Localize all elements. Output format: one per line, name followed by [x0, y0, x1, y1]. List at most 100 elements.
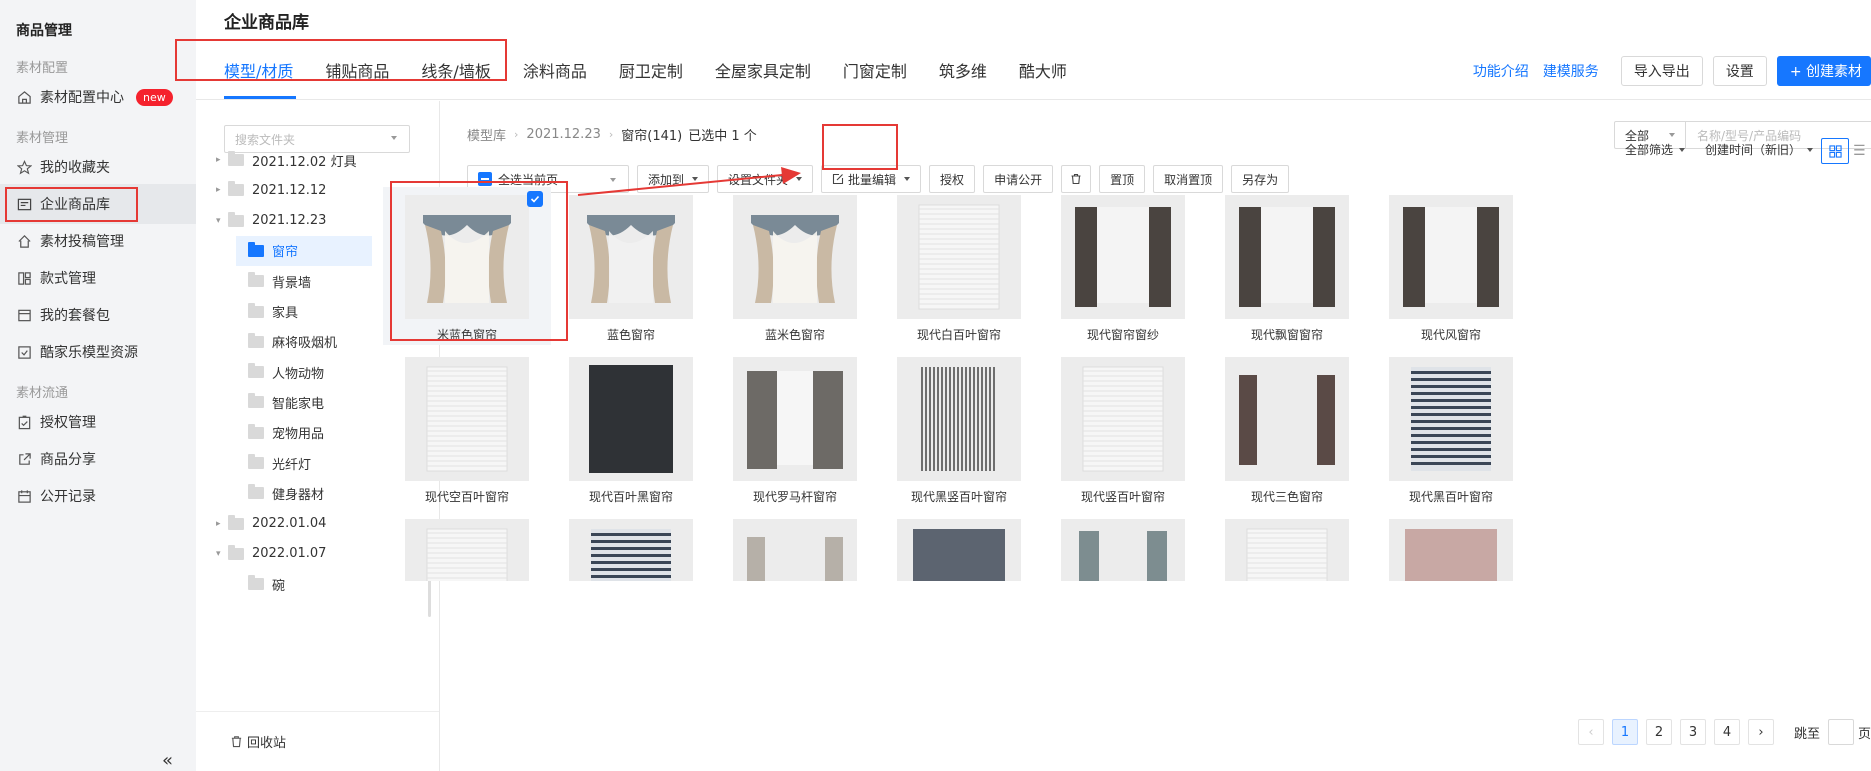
- select-all-label: 全选当前页: [498, 172, 559, 187]
- tab-moulding-panels[interactable]: 线条/墙板: [421, 58, 490, 82]
- product-card[interactable]: 现代白百叶窗帘: [875, 187, 1043, 345]
- product-card[interactable]: 现代黑竖百叶窗帘: [875, 349, 1043, 507]
- product-card[interactable]: 现代三色窗帘: [1203, 349, 1371, 507]
- modeling-service-link[interactable]: 建模服务: [1543, 61, 1599, 81]
- tab-tile-products[interactable]: 铺贴商品: [325, 58, 389, 82]
- product-card[interactable]: [1203, 511, 1371, 581]
- folder-tree-item[interactable]: ▸ 2021.12.02 灯具: [216, 145, 416, 175]
- clipboard-check-icon: [16, 414, 32, 430]
- caret-right-icon[interactable]: ▸: [216, 519, 228, 529]
- filter-dropdown[interactable]: 全部筛选: [1625, 141, 1673, 158]
- product-thumbnail[interactable]: [1061, 357, 1185, 481]
- collapse-sidebar-icon[interactable]: «: [162, 750, 173, 771]
- create-material-button[interactable]: + 创建素材: [1776, 56, 1871, 86]
- nav-label: 授权管理: [40, 415, 96, 431]
- product-card[interactable]: 现代罗马杆窗帘: [711, 349, 879, 507]
- caret-right-icon[interactable]: ▸: [216, 185, 228, 195]
- settings-button[interactable]: 设置: [1712, 56, 1767, 86]
- folder-tree-item[interactable]: 窗帘: [236, 235, 372, 266]
- product-thumbnail[interactable]: [897, 357, 1021, 481]
- product-card[interactable]: 蓝色窗帘: [547, 187, 715, 345]
- product-card[interactable]: 米蓝色窗帘: [383, 187, 551, 345]
- nav-item-favorites[interactable]: 我的收藏夹: [0, 147, 196, 187]
- product-card[interactable]: 现代竖百叶窗帘: [1039, 349, 1207, 507]
- checked-checkbox-icon[interactable]: [527, 191, 543, 207]
- breadcrumb-item[interactable]: 模型库: [467, 125, 506, 144]
- product-card[interactable]: [1039, 511, 1207, 581]
- product-card[interactable]: [875, 511, 1043, 581]
- product-thumbnail[interactable]: [1225, 195, 1349, 319]
- product-thumbnail[interactable]: [897, 195, 1021, 319]
- caret-right-icon[interactable]: ▸: [216, 155, 228, 165]
- page-button[interactable]: 1: [1612, 719, 1638, 745]
- tab-doors-windows[interactable]: 门窗定制: [843, 58, 907, 82]
- product-thumbnail[interactable]: [569, 195, 693, 319]
- selected-count: 已选中 1 个: [688, 129, 757, 144]
- tab-kitchen-bath[interactable]: 厨卫定制: [619, 58, 683, 82]
- product-card[interactable]: [547, 511, 715, 581]
- tab-zhuduowei[interactable]: 筑多维: [939, 58, 987, 82]
- tab-paint-products[interactable]: 涂料商品: [523, 58, 587, 82]
- next-page-icon[interactable]: ›: [1748, 719, 1774, 745]
- product-thumbnail[interactable]: [1389, 519, 1513, 581]
- product-thumbnail[interactable]: [569, 519, 693, 581]
- list-view-toggle-icon[interactable]: ☰: [1853, 143, 1866, 159]
- recycle-bin[interactable]: 回收站: [196, 711, 439, 771]
- goto-page-input[interactable]: [1828, 719, 1855, 745]
- product-card[interactable]: [383, 511, 551, 581]
- import-export-button[interactable]: 导入导出: [1620, 56, 1703, 86]
- nav-item-material-config[interactable]: 素材配置中心 new: [0, 77, 196, 117]
- product-thumbnail[interactable]: [569, 357, 693, 481]
- product-card[interactable]: [711, 511, 879, 581]
- nav-label: 酷家乐模型资源: [40, 345, 138, 361]
- nav-item-kujiale-resources[interactable]: 酷家乐模型资源: [0, 332, 196, 372]
- product-thumbnail[interactable]: [1225, 519, 1349, 581]
- product-thumbnail[interactable]: [733, 357, 857, 481]
- nav-item-styles[interactable]: 款式管理: [0, 258, 196, 298]
- product-thumbnail[interactable]: [405, 519, 529, 581]
- nav-label: 款式管理: [40, 271, 96, 287]
- product-thumbnail[interactable]: [897, 519, 1021, 581]
- product-thumbnail[interactable]: [1061, 195, 1185, 319]
- product-thumbnail[interactable]: [733, 195, 857, 319]
- caret-down-icon[interactable]: ▾: [216, 216, 228, 226]
- trash-icon: [231, 736, 242, 748]
- tab-kudashi[interactable]: 酷大师: [1019, 58, 1067, 82]
- caret-down-icon[interactable]: ▾: [216, 549, 228, 559]
- product-thumbnail[interactable]: [405, 357, 529, 481]
- product-card[interactable]: 现代飘窗窗帘: [1203, 187, 1371, 345]
- product-thumbnail[interactable]: [1389, 357, 1513, 481]
- page-button[interactable]: 4: [1714, 719, 1740, 745]
- product-thumbnail[interactable]: [1389, 195, 1513, 319]
- product-thumbnail[interactable]: [733, 519, 857, 581]
- product-card[interactable]: [1367, 511, 1535, 581]
- tab-model-material[interactable]: 模型/材质: [224, 58, 293, 82]
- feature-intro-link[interactable]: 功能介绍: [1473, 61, 1529, 81]
- breadcrumb-item[interactable]: 2021.12.23: [526, 127, 600, 142]
- grid-view-toggle[interactable]: [1821, 138, 1849, 164]
- product-thumbnail[interactable]: [1061, 519, 1185, 581]
- nav-item-enterprise-library[interactable]: 企业商品库: [0, 184, 196, 224]
- product-card[interactable]: 现代百叶黑窗帘: [547, 349, 715, 507]
- product-card[interactable]: 现代窗帘窗纱: [1039, 187, 1207, 345]
- nav-item-authorization[interactable]: 授权管理: [0, 402, 196, 442]
- product-thumbnail[interactable]: [405, 195, 529, 319]
- sort-dropdown[interactable]: 创建时间（新旧）: [1705, 141, 1801, 158]
- product-card[interactable]: 现代空百叶窗帘: [383, 349, 551, 507]
- nav-item-public-records[interactable]: 公开记录: [0, 476, 196, 516]
- nav-item-submission[interactable]: 素材投稿管理: [0, 221, 196, 261]
- product-card[interactable]: 现代黑百叶窗帘: [1367, 349, 1535, 507]
- product-card[interactable]: 现代风窗帘: [1367, 187, 1535, 345]
- page-button[interactable]: 3: [1680, 719, 1706, 745]
- nav-item-packages[interactable]: 我的套餐包: [0, 295, 196, 335]
- header-actions: 功能介绍 建模服务 导入导出 设置 + 创建素材: [1473, 56, 1871, 86]
- product-thumbnail[interactable]: [1225, 357, 1349, 481]
- page-button[interactable]: 2: [1646, 719, 1672, 745]
- tab-whole-house-furniture[interactable]: 全屋家具定制: [715, 58, 811, 82]
- prev-page-icon[interactable]: ‹: [1578, 719, 1604, 745]
- product-card[interactable]: 蓝米色窗帘: [711, 187, 879, 345]
- chevron-down-icon: [904, 177, 911, 181]
- nav-item-share[interactable]: 商品分享: [0, 439, 196, 479]
- folder-icon: [248, 241, 264, 257]
- product-name: 现代窗帘窗纱: [1086, 328, 1159, 342]
